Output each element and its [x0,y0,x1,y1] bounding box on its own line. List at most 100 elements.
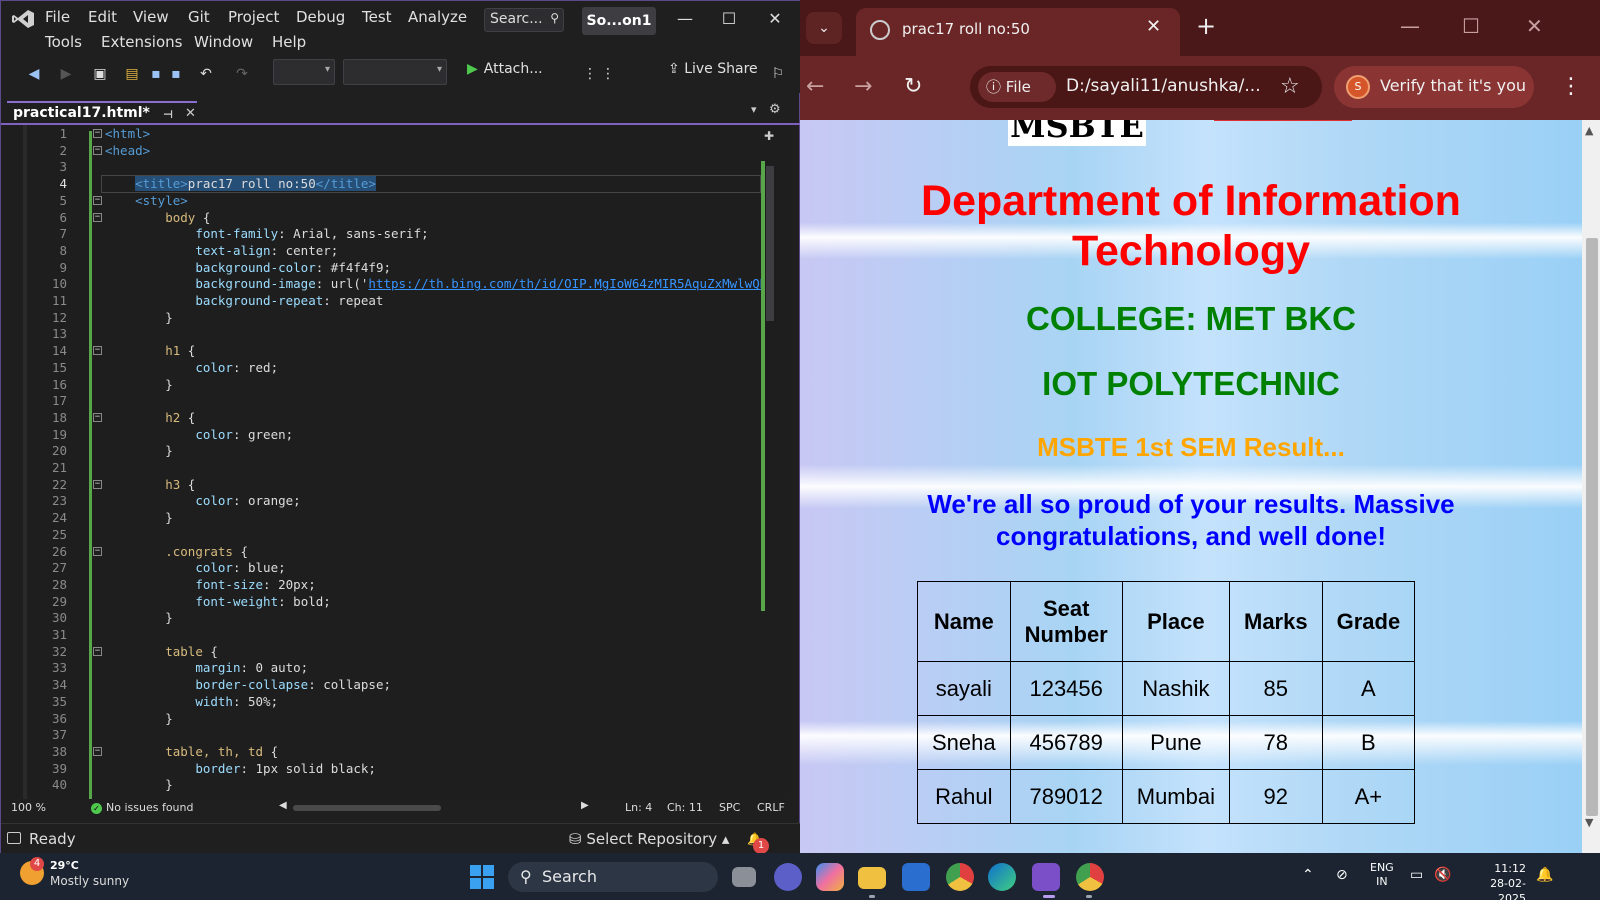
feedback-icon[interactable]: ⚐ [769,65,787,83]
navigate-back-icon[interactable]: ◀ [25,65,43,83]
code-line[interactable]: 4 <title>prac17 roll no:50</title> [1,175,791,192]
code-line[interactable]: 16 } [1,376,791,393]
notification-bell-icon[interactable]: 🔔 [1536,867,1553,883]
menu-tools[interactable]: Tools [45,33,82,51]
site-info-chip[interactable]: ⓘ File [978,72,1056,102]
step-icon[interactable]: ⋮ [581,65,599,83]
code-line[interactable]: 13 [1,325,791,342]
browser-tab-active[interactable]: prac17 roll no:50 ✕ [856,8,1180,56]
fold-toggle-icon[interactable]: − [93,412,102,422]
tray-chevron-up-icon[interactable]: ⌃ [1302,867,1314,883]
menu-edit[interactable]: Edit [88,8,117,26]
editor-horizontal-scroll-thumb[interactable] [293,805,441,811]
forward-arrow-icon[interactable]: → [854,74,872,99]
code-line[interactable]: 26 − .congrats { [1,543,791,560]
code-line[interactable]: 40 } [1,776,791,793]
menu-analyze[interactable]: Analyze [408,8,467,26]
speaker-muted-icon[interactable]: 🔇 [1434,867,1451,883]
fold-toggle-icon[interactable]: − [93,129,102,138]
menu-window[interactable]: Window [194,33,253,51]
navigate-forward-icon[interactable]: ▶ [57,65,75,83]
code-line[interactable]: 27 color: blue; [1,559,791,576]
code-line[interactable]: 20 } [1,442,791,459]
reload-icon[interactable]: ↻ [904,74,922,99]
code-line[interactable]: 14 − h1 { [1,342,791,359]
close-tab-icon[interactable]: ✕ [1146,16,1161,37]
verify-profile-button[interactable]: S Verify that it's you [1334,66,1534,108]
undo-icon[interactable]: ↶ [197,65,215,83]
configuration-combo[interactable] [273,59,335,85]
code-line[interactable]: 12 } [1,309,791,326]
open-folder-icon[interactable]: ▤ [123,65,141,83]
network-off-icon[interactable]: ⊘ [1336,867,1348,883]
code-line[interactable]: 15 color: red; [1,359,791,376]
vs-minimize-icon[interactable]: — [673,7,697,31]
fold-toggle-icon[interactable]: − [93,546,102,556]
solution-name-badge[interactable]: So...on1 [582,7,656,35]
task-view-icon[interactable] [732,867,756,887]
code-line[interactable]: 39 border: 1px solid black; [1,760,791,777]
platform-combo[interactable] [343,59,447,85]
select-repository-button[interactable]: ⛁ Select Repository ▴ [569,830,729,848]
chrome-icon[interactable] [946,863,974,891]
code-line[interactable]: 32 − table { [1,643,791,660]
close-tab-icon[interactable]: ✕ [185,104,196,124]
display-icon[interactable]: ▭ [1410,867,1423,883]
issues-indicator[interactable]: ✓ No issues found [91,801,193,814]
code-line[interactable]: 25 [1,526,791,543]
code-line[interactable]: 17 [1,392,791,409]
taskbar-search-box[interactable]: ⚲ Search [508,862,718,892]
tab-search-chevron-icon[interactable]: ⌄ [806,12,842,44]
tab-list-icon[interactable]: ▾ [751,103,757,116]
menu-debug[interactable]: Debug [296,8,345,26]
code-line[interactable]: 9 background-color: #f4f4f9; [1,259,791,276]
new-project-icon[interactable]: ▣ [91,65,109,83]
menu-help[interactable]: Help [272,33,306,51]
copilot-icon[interactable] [816,863,844,891]
file-explorer-icon[interactable] [858,867,886,889]
menu-file[interactable]: File [45,8,70,26]
spacing-status[interactable]: SPC [719,801,740,814]
code-line[interactable]: 11 background-repeat: repeat [1,292,791,309]
code-line[interactable]: 34 border-collapse: collapse; [1,676,791,693]
tab-settings-icon[interactable]: ⚙ [769,102,781,117]
fold-toggle-icon[interactable]: − [93,646,102,656]
url-text[interactable]: D:/sayali11/anushka/... [1066,76,1261,96]
browser-close-icon[interactable]: ✕ [1526,14,1543,38]
browser-maximize-icon[interactable]: ☐ [1462,14,1480,38]
line-ending-status[interactable]: CRLF [757,801,785,814]
scroll-left-icon[interactable]: ◀ [279,800,287,811]
split-editor-icon[interactable]: ✚ [764,129,774,143]
tab-practical17-html[interactable]: practical17.html* ⊣ ✕ [7,101,197,123]
code-line[interactable]: 21 [1,459,791,476]
weather-temperature[interactable]: 29°C [50,859,79,872]
fold-toggle-icon[interactable]: − [93,212,102,222]
code-line[interactable]: 5 − <style> [1,192,791,209]
scroll-down-icon[interactable]: ▼ [1585,816,1593,829]
code-line[interactable]: 29 font-weight: bold; [1,593,791,610]
line-number-status[interactable]: Ln: 4 [625,801,652,814]
weather-description[interactable]: Mostly sunny [50,874,129,888]
menu-view[interactable]: View [133,8,169,26]
taskbar-clock[interactable]: 11:12 28-02-2025 [1466,861,1526,900]
editor-scroll-thumb[interactable] [766,166,774,321]
char-number-status[interactable]: Ch: 11 [667,801,703,814]
code-editor[interactable]: 1− <html> 2− <head> 3 4 <title>prac17 roll no… [1,125,791,799]
chrome-profile-icon[interactable] [1076,863,1104,891]
zoom-level[interactable]: 100 % [11,801,46,814]
back-arrow-icon[interactable]: ← [806,74,824,99]
edge-icon[interactable] [988,863,1016,891]
output-icon[interactable] [7,832,21,844]
save-icon[interactable]: ▪ [147,65,165,83]
code-line[interactable]: 23 color: orange; [1,492,791,509]
scroll-up-icon[interactable]: ▲ [1585,124,1593,137]
teams-meet-icon[interactable] [774,863,802,891]
redo-icon[interactable]: ↷ [233,65,251,83]
code-line[interactable]: 37 [1,726,791,743]
pin-icon[interactable]: ⊣ [163,105,173,125]
menu-project[interactable]: Project [228,8,279,26]
code-line[interactable]: 38 − table, th, td { [1,743,791,760]
vs-maximize-icon[interactable]: ☐ [717,7,741,31]
fold-toggle-icon[interactable]: − [93,746,102,756]
fold-toggle-icon[interactable]: − [93,346,102,356]
